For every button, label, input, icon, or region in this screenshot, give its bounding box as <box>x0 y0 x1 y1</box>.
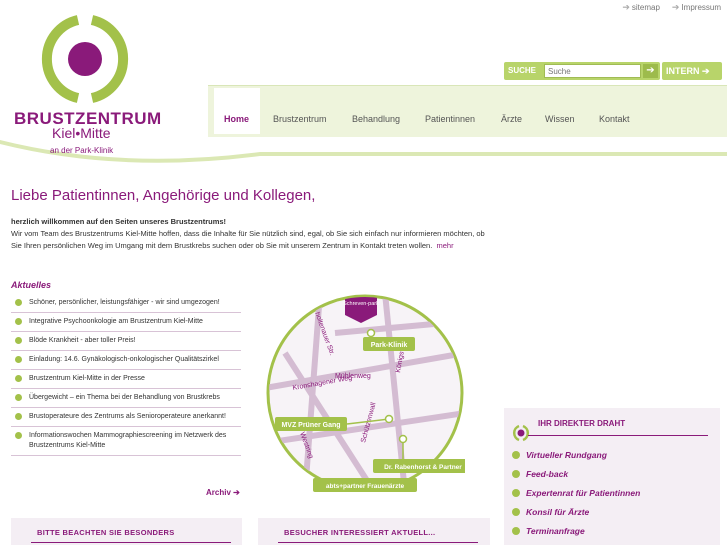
intro-heading: herzlich willkommen auf den Seiten unser… <box>11 217 227 226</box>
logo-emblem-icon <box>512 424 530 442</box>
impressum-label: Impressum <box>681 3 721 12</box>
news-list: Schöner, persönlicher, leistungsfähiger … <box>11 294 241 456</box>
draht-title: IHR DIREKTER DRAHT <box>538 419 626 428</box>
nav-item-wissen[interactable]: Wissen <box>545 114 575 124</box>
map-label-parkklinik: Park-Klinik <box>371 342 408 349</box>
nav-item-behandlung[interactable]: Behandlung <box>352 114 400 124</box>
bullet-icon <box>512 527 520 535</box>
main-nav: Home Brustzentrum Behandlung Patientinne… <box>208 85 727 137</box>
besucher-box: BESUCHER INTERESSIERT AKTUELL... <box>258 518 490 545</box>
archiv-link[interactable]: Archiv ➔ <box>206 488 240 497</box>
beachten-box: BITTE BEACHTEN SIE BESONDERS <box>11 518 242 545</box>
draht-list: Virtueller Rundgang Feed-back Expertenra… <box>512 450 640 545</box>
list-item[interactable]: Informationswochen Mammographiescreening… <box>11 427 241 456</box>
bullet-icon <box>15 318 22 325</box>
bullet-icon <box>512 451 520 459</box>
archiv-label: Archiv <box>206 488 231 497</box>
street-label: Mühlenweg <box>335 373 371 380</box>
nav-item-patientinnen[interactable]: Patientinnen <box>425 114 475 124</box>
search-label: SUCHE <box>508 66 537 75</box>
draht-item-label: Virtueller Rundgang <box>526 450 607 460</box>
divider <box>528 435 708 436</box>
intern-button[interactable]: INTERN ➔ <box>662 62 722 80</box>
intro-body: Wir vom Team des Brustzentrums Kiel-Mitt… <box>11 229 485 250</box>
nav-item-kontakt[interactable]: Kontakt <box>599 114 630 124</box>
divider <box>278 542 478 543</box>
news-item-label: Einladung: 14.6. Gynäkologisch-onkologis… <box>29 356 219 363</box>
list-item[interactable]: Brustoperateure des Zentrums als Senioro… <box>11 408 241 427</box>
map-label-abts: abts+partner Frauenärzte <box>326 483 405 490</box>
news-item-label: Brustzentrum Kiel-Mitte in der Presse <box>29 375 145 382</box>
mehr-label: mehr <box>436 241 454 250</box>
sitemap-label: sitemap <box>631 3 660 12</box>
nav-item-brustzentrum[interactable]: Brustzentrum <box>273 114 327 124</box>
map-label-schreven: Schreven-park <box>343 301 379 307</box>
map-label-rabenhorst: Dr. Rabenhorst & Partner <box>384 464 462 471</box>
sitemap-link[interactable]: ➔ sitemap <box>622 2 660 13</box>
news-item-label: Brustoperateure des Zentrums als Senioro… <box>29 413 226 420</box>
bullet-icon <box>15 299 22 306</box>
draht-item-konsil[interactable]: Konsil für Ärzte <box>512 507 640 526</box>
bullet-icon <box>15 356 22 363</box>
list-item[interactable]: Brustzentrum Kiel-Mitte in der Presse <box>11 370 241 389</box>
news-item-label: Integrative Psychoonkologie am Brustzent… <box>29 318 203 325</box>
search-bar: SUCHE ➔ <box>504 62 660 80</box>
location-map[interactable]: Kronshagener Weg Schützenwall Westring h… <box>265 293 465 493</box>
list-item[interactable]: Schöner, persönlicher, leistungsfähiger … <box>11 294 241 313</box>
logo-subtitle: Kiel•Mitte <box>52 125 111 141</box>
page-title: Liebe Patientinnen, Angehörige und Kolle… <box>11 187 316 204</box>
bullet-icon <box>15 375 22 382</box>
draht-item-label: Terminanfrage <box>526 526 585 536</box>
nav-item-aerzte[interactable]: Ärzte <box>501 114 522 124</box>
arrow-circle-icon: ➔ <box>233 488 240 497</box>
draht-item-label: Expertenrat für Patientinnen <box>526 488 641 498</box>
logo-emblem-icon <box>41 15 129 103</box>
news-item-label: Informationswochen Mammographiescreening… <box>29 432 227 449</box>
draht-item-label: Konsil für Ärzte <box>526 507 590 517</box>
nav-item-home[interactable]: Home <box>214 88 260 134</box>
arrow-icon: ➔ <box>671 2 680 12</box>
arrow-icon: ➔ <box>622 2 630 12</box>
logo-tagline: an der Park-Klinik <box>50 146 114 155</box>
map-label-mvz: MVZ Prüner Gang <box>281 422 340 429</box>
news-item-label: Blöde Krankheit - aber toller Preis! <box>29 337 136 344</box>
nav-label: Home <box>224 114 250 124</box>
list-item[interactable]: Blöde Krankheit - aber toller Preis! <box>11 332 241 351</box>
draht-item-terminanfrage[interactable]: Terminanfrage <box>512 526 640 545</box>
draht-item-rundgang[interactable]: Virtueller Rundgang <box>512 450 640 469</box>
besucher-title: BESUCHER INTERESSIERT AKTUELL... <box>284 528 436 537</box>
bullet-icon <box>512 470 520 478</box>
bullet-icon <box>15 337 22 344</box>
mehr-link[interactable]: mehr <box>434 241 454 250</box>
bullet-icon <box>15 394 22 401</box>
search-input[interactable] <box>544 64 641 78</box>
bullet-icon <box>15 413 22 420</box>
list-item[interactable]: Einladung: 14.6. Gynäkologisch-onkologis… <box>11 351 241 370</box>
aktuelles-title: Aktuelles <box>11 280 52 290</box>
direkter-draht-panel: IHR DIREKTER DRAHT Virtueller Rundgang F… <box>504 408 720 545</box>
bullet-icon <box>512 508 520 516</box>
intro-text: herzlich willkommen auf den Seiten unser… <box>11 216 496 252</box>
draht-item-feedback[interactable]: Feed-back <box>512 469 640 488</box>
divider <box>31 542 231 543</box>
bullet-icon <box>15 432 22 439</box>
list-item[interactable]: Übergewicht – ein Thema bei der Behandlu… <box>11 389 241 408</box>
bullet-icon <box>512 489 520 497</box>
impressum-link[interactable]: ➔ Impressum <box>672 2 721 13</box>
top-links: ➔ sitemap ➔ Impressum <box>622 2 721 13</box>
news-item-label: Schöner, persönlicher, leistungsfähiger … <box>29 299 220 306</box>
draht-item-label: Feed-back <box>526 469 569 479</box>
list-item[interactable]: Integrative Psychoonkologie am Brustzent… <box>11 313 241 332</box>
beachten-title: BITTE BEACHTEN SIE BESONDERS <box>37 528 175 537</box>
news-item-label: Übergewicht – ein Thema bei der Behandlu… <box>29 394 220 401</box>
search-submit-button[interactable]: ➔ <box>643 64 658 78</box>
draht-item-expertenrat[interactable]: Expertenrat für Patientinnen <box>512 488 640 507</box>
